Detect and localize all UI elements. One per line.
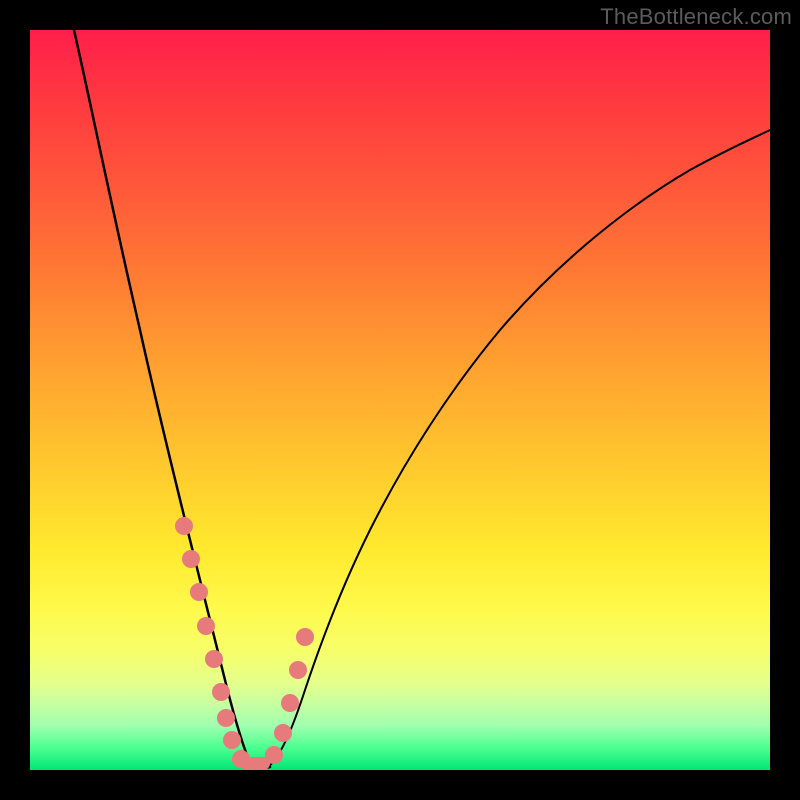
watermark-text: TheBottleneck.com (600, 4, 792, 30)
plot-area (30, 30, 770, 770)
curve-group (74, 30, 770, 768)
marker-dot (265, 746, 283, 764)
marker-dot (205, 650, 223, 668)
marker-dot (197, 617, 215, 635)
marker-dot (281, 694, 299, 712)
chart-frame: TheBottleneck.com (0, 0, 800, 800)
marker-group (175, 517, 314, 770)
chart-svg (30, 30, 770, 770)
bottleneck-curve-right (267, 130, 770, 768)
marker-dot (296, 628, 314, 646)
marker-dot (182, 550, 200, 568)
marker-dot (190, 583, 208, 601)
bottleneck-curve-left (74, 30, 251, 765)
marker-dot (217, 709, 235, 727)
marker-trough (240, 757, 270, 770)
marker-dot (223, 731, 241, 749)
marker-dot (289, 661, 307, 679)
marker-dot (175, 517, 193, 535)
marker-dot (212, 683, 230, 701)
marker-dot (274, 724, 292, 742)
